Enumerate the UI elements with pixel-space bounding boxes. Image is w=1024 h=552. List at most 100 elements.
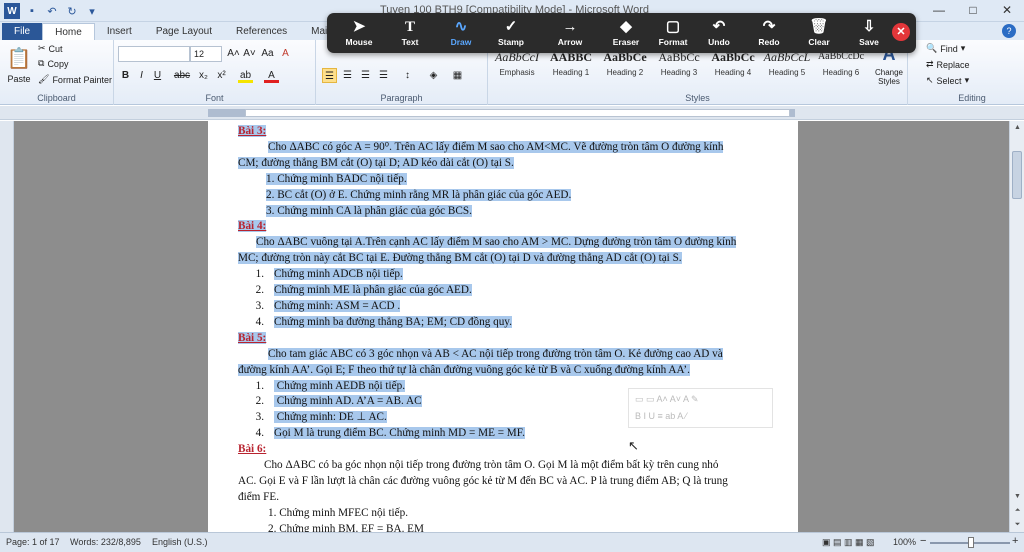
redo-tool[interactable]: ↷ Redo [743,17,795,47]
line-text: AC. Gọi E và F lần lượt là chân các đườn… [238,474,728,487]
tab-home[interactable]: Home [42,23,95,40]
draw-icon: ∿ [454,18,468,35]
document-content[interactable]: Bài 3: Cho ΔABC có góc A = 90⁰. Trên AC l… [238,124,784,532]
zoom-in-button[interactable]: + [1012,535,1018,547]
draw-tool[interactable]: ∿ Draw [435,17,487,47]
zoom-out-button[interactable]: − [920,535,926,547]
close-toolbar-button[interactable]: ✕ [892,23,910,41]
exercise-heading: Bài 3: [238,124,784,140]
format-painter-button[interactable]: 🖌 Format Painter [38,74,112,85]
scroll-up-icon[interactable]: ▲ [1010,121,1024,135]
justify-button[interactable]: ☰ [376,68,391,83]
select-button[interactable]: ↖ Select ▾ [926,75,969,86]
document-line: đường kính AA’. Gọi E; F theo thứ tự là … [238,363,784,379]
tab-file[interactable]: File [2,23,43,40]
scroll-down-icon[interactable]: ▼ [1010,490,1024,504]
paste-icon: 📋 [6,48,32,70]
change-case-button[interactable]: Aa [260,46,275,61]
align-left-button[interactable]: ☰ [322,68,337,83]
editing-label: Editing [958,93,986,103]
redo-icon: ↷ [762,18,776,35]
zoom-level[interactable]: 100% [893,537,916,547]
word-app-icon[interactable]: W [4,3,20,19]
font-color-button[interactable]: A [264,68,279,83]
replace-button[interactable]: ⇄ Replace [926,59,970,70]
vertical-ruler[interactable] [0,121,14,532]
scroll-thumb[interactable] [1012,151,1022,199]
superscript-button[interactable]: x² [214,68,229,83]
clipboard-label: Clipboard [37,93,76,103]
next-page-icon[interactable]: ⏷ [1010,518,1024,532]
font-name-box[interactable] [118,46,190,62]
highlight-button[interactable]: ab [238,68,253,83]
line-text: Chứng minh ADCB nội tiếp. [274,268,403,281]
shading-button[interactable]: ◈ [426,68,441,83]
eraser-icon: ◆ [620,18,632,35]
stamp-tool[interactable]: ✓ Stamp [485,17,537,47]
page-count[interactable]: Page: 1 of 17 [6,537,60,547]
cut-button[interactable]: ✂ Cut [38,43,63,54]
clear-formatting-button[interactable]: A [278,46,293,61]
borders-button[interactable]: ▦ [450,68,465,83]
mini-toolbar[interactable]: ▭ ▭ A˄ A˅ A ✎ B I U ≡ ab A ⁄ [628,388,773,428]
document-area: Bài 3: Cho ΔABC có góc A = 90⁰. Trên AC l… [14,121,1009,532]
line-text: 3. Chứng minh CA là phân giác của góc BC… [266,204,472,217]
view-buttons[interactable]: ▣ ▤ ▥ ▦ ▧ [822,537,875,548]
tab-insert[interactable]: Insert [95,23,144,40]
line-text: MC; đường tròn này cắt BC tại E. Đường t… [238,252,682,265]
redo-icon[interactable]: ↻ [64,3,80,19]
mouse-tool[interactable]: ➤ Mouse [333,17,385,47]
line-text: 2. Chứng minh BM. EF = BA. EM [268,522,424,532]
subscript-button[interactable]: x₂ [196,68,211,83]
align-center-button[interactable]: ☰ [340,68,355,83]
help-icon[interactable]: ? [1002,24,1016,38]
line-text: Cho ΔABC vuông tại A.Trên cạnh AC lấy đi… [256,236,737,249]
document-line: 4. Gọi M là trung điểm BC. Chứng minh MD … [238,426,784,442]
language-indicator[interactable]: English (U.S.) [152,537,208,547]
eraser-tool[interactable]: ◆ Eraser [600,17,652,47]
prev-page-icon[interactable]: ⏶ [1010,504,1024,518]
cursor-icon: ➤ [352,18,366,35]
document-page[interactable]: Bài 3: Cho ΔABC có góc A = 90⁰. Trên AC l… [208,121,798,532]
line-text: 2. BC cắt (O) ở E. Chứng minh rằng MR là… [266,188,572,201]
vertical-scrollbar[interactable]: ▲ ▼ ⏶ ⏷ [1009,121,1024,532]
maximize-button[interactable]: □ [956,0,990,20]
tab-references[interactable]: References [224,23,299,40]
tab-page-layout[interactable]: Page Layout [144,23,224,40]
zoom-slider-thumb[interactable] [968,537,974,548]
horizontal-ruler[interactable] [0,106,1024,120]
line-spacing-button[interactable]: ↕ [400,68,415,83]
customize-qat-icon[interactable]: ▾ [84,3,100,19]
download-icon: ⇩ [862,18,876,35]
shrink-font-button[interactable]: A˅ [242,46,257,61]
copy-button[interactable]: ⧉ Copy [38,58,68,69]
arrow-tool[interactable]: → Arrow [544,17,596,47]
line-text: điểm FE. [238,490,280,503]
arrow-icon: → [562,18,578,35]
align-right-button[interactable]: ☰ [358,68,373,83]
document-line: 2. Chứng minh ME là phân giác của góc AED… [238,283,784,299]
close-window-button[interactable]: ✕ [990,0,1024,20]
grow-font-button[interactable]: A˄ [226,46,241,61]
underline-button[interactable]: U [150,68,165,83]
styles-label: Styles [685,93,710,103]
minimize-button[interactable]: — [922,0,956,20]
save-tool[interactable]: ⇩ Save [843,17,895,47]
document-line: 2. Chứng minh BM. EF = BA. EM [238,522,784,532]
strikethrough-button[interactable]: abc [172,68,192,83]
word-count[interactable]: Words: 232/8,895 [70,537,141,547]
paste-button[interactable]: 📋 Paste [6,46,32,84]
save-icon[interactable]: ▪ [24,3,40,19]
bold-button[interactable]: B [118,68,133,83]
editing-group: 🔍 Find ▾ ⇄ Replace ↖ Select ▾ Editing [922,40,1022,105]
italic-button[interactable]: I [134,68,149,83]
format-tool[interactable]: ▢ Format [647,17,699,47]
brush-icon: 🖌 [38,74,50,84]
text-tool[interactable]: T Text [384,17,436,47]
clear-tool[interactable]: 🗑 Clear [793,17,845,47]
find-button[interactable]: 🔍 Find ▾ [926,43,965,54]
font-size-box[interactable]: 12 [190,46,222,62]
undo-tool[interactable]: ↶ Undo [693,17,745,47]
line-text: Chứng minh: ASM = ACD . [274,299,401,312]
undo-icon[interactable]: ↶ [44,3,60,19]
